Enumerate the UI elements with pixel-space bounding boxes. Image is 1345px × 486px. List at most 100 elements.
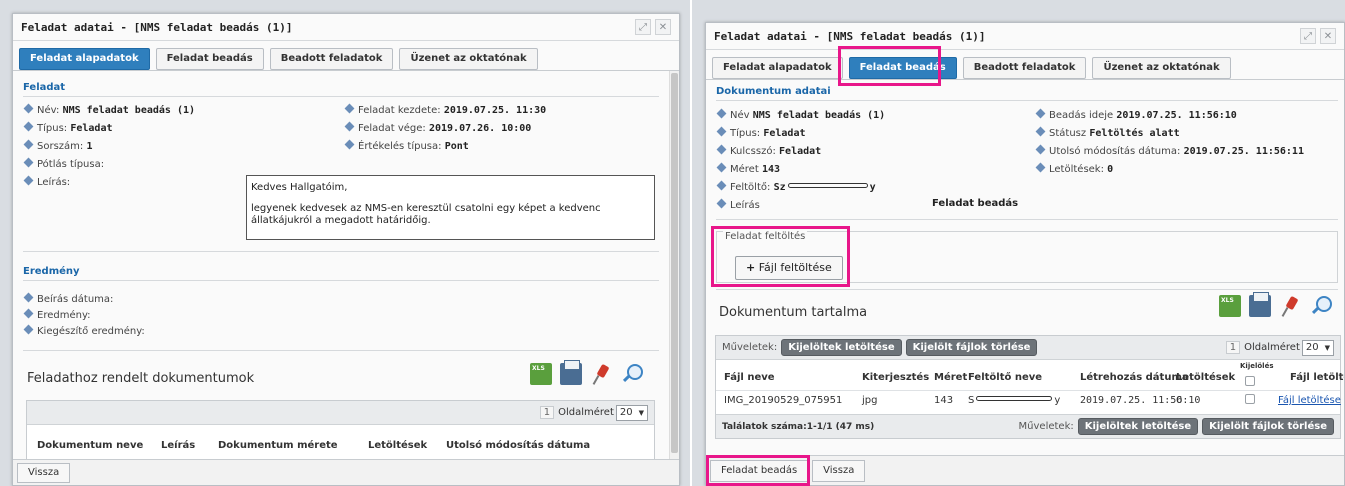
files-grid: Műveletek: Kijelöltek letöltése Kijelölt… [715, 335, 1344, 439]
col-last-modified[interactable]: Utolsó módosítás dátuma [446, 440, 590, 451]
col-size[interactable]: Méret [934, 372, 967, 383]
upload-fieldset: Feladat feltöltés + Fájl feltöltése [716, 231, 1338, 283]
delete-selected-button[interactable]: Kijelölt fájlok törlése [1202, 418, 1334, 435]
bullet-icon [716, 162, 727, 173]
description-line: állatkájukról a megadott határidőig. [251, 215, 431, 226]
submit-task-button[interactable]: Feladat beadás [710, 459, 809, 482]
col-select: Kijelölés [1240, 362, 1274, 370]
field-name: Név NMS feladat beadás (1) [716, 108, 885, 121]
vertical-scrollbar[interactable] [669, 71, 679, 461]
field-description: Leírás: [23, 175, 70, 188]
field-result: Eredmény: [23, 308, 91, 321]
xls-export-icon[interactable] [530, 363, 552, 385]
field-extra-result: Kiegészítő eredmény: [23, 324, 145, 337]
xls-export-icon[interactable] [1219, 295, 1241, 317]
col-doc-size[interactable]: Dokumentum mérete [218, 440, 338, 451]
back-button[interactable]: Vissza [17, 462, 71, 483]
field-last-modified: Utolsó módosítás dátuma: 2019.07.25. 11:… [1035, 144, 1304, 157]
scrollbar-thumb[interactable] [671, 73, 678, 453]
search-icon[interactable] [1309, 295, 1332, 317]
col-extension[interactable]: Kiterjesztés [862, 372, 929, 383]
page-size-label: Oldalméret [558, 407, 614, 418]
bullet-icon [344, 121, 355, 132]
divider [23, 350, 659, 351]
tab-submitted-tasks[interactable]: Beadott feladatok [269, 48, 394, 70]
section-header-eredmeny: Eredmény [23, 266, 659, 281]
window-buttons: ⤢ ✕ [635, 19, 671, 35]
col-file-download: Fájl letöltése [1290, 372, 1344, 383]
tab-message-to-teacher[interactable]: Üzenet az oktatónak [1092, 57, 1231, 79]
upload-file-button[interactable]: + Fájl feltöltése [735, 256, 843, 280]
dialog-title: Feladat adatai - [NMS feladat beadás (1)… [714, 29, 986, 43]
field-downloads: Letöltések: 0 [1035, 162, 1113, 175]
upload-legend: Feladat feltöltés [723, 231, 808, 242]
page-size-select[interactable]: 20 ▼ [1301, 339, 1334, 356]
file-download-link[interactable]: Fájl letöltése [1278, 395, 1341, 406]
toolbar-icons [1219, 292, 1332, 317]
col-created[interactable]: Létrehozás dátuma [1080, 372, 1189, 383]
screenshot-root: Feladat adatai - [NMS feladat beadás (1)… [0, 0, 1345, 486]
download-selected-button[interactable]: Kijelöltek letöltése [1077, 418, 1199, 435]
print-icon[interactable] [560, 360, 582, 385]
col-doc-name[interactable]: Dokumentum neve [37, 440, 143, 451]
row-select-checkbox[interactable] [1245, 394, 1255, 404]
dialog-titlebar[interactable]: Feladat adatai - [NMS feladat beadás (1)… [13, 14, 679, 41]
back-button[interactable]: Vissza [812, 459, 866, 482]
bullet-icon [716, 126, 727, 137]
tab-submission[interactable]: Feladat beadás [848, 57, 957, 79]
close-icon[interactable]: ✕ [1320, 28, 1336, 44]
col-file-name[interactable]: Fájl neve [724, 372, 775, 383]
tab-submission[interactable]: Feladat beadás [155, 48, 264, 70]
dialog-title: Feladat adatai - [NMS feladat beadás (1)… [21, 20, 293, 34]
result-count: Találatok száma:1-1/1 (47 ms) [722, 421, 875, 432]
window-buttons: ⤢ ✕ [1300, 28, 1336, 44]
bullet-icon [716, 198, 727, 209]
col-downloads[interactable]: Letöltések [368, 440, 427, 451]
bullet-icon [23, 292, 34, 303]
maximize-icon[interactable]: ⤢ [635, 19, 651, 35]
field-size: Méret 143 [716, 162, 780, 175]
tab-bar: Feladat alapadatok Feladat beadás Beadot… [706, 50, 1344, 80]
dialog-titlebar[interactable]: Feladat adatai - [NMS feladat beadás (1)… [706, 23, 1344, 50]
field-type: Típus: Feladat [716, 126, 806, 139]
bullet-icon [716, 108, 727, 119]
field-makeup-type: Pótlás típusa: [23, 157, 104, 170]
col-uploader[interactable]: Feltöltő neve [968, 372, 1042, 383]
print-icon[interactable] [1249, 292, 1271, 317]
actions-label: Műveletek: [722, 342, 778, 353]
plus-icon: + [746, 261, 756, 274]
page-size-select[interactable]: 20 ▼ [615, 404, 648, 421]
tab-submitted-tasks[interactable]: Beadott feladatok [962, 57, 1087, 79]
close-icon[interactable]: ✕ [655, 19, 671, 35]
tab-basic-data[interactable]: Feladat alapadatok [19, 48, 150, 70]
tab-basic-data[interactable]: Feladat alapadatok [712, 57, 843, 79]
section-header-document: Dokumentum adatai [716, 86, 1338, 101]
actions-label: Műveletek: [1018, 421, 1074, 432]
divider [716, 289, 1338, 290]
dialog-footer: Feladat beadás Vissza [706, 455, 1344, 485]
col-description[interactable]: Leírás [161, 440, 195, 451]
field-submit-time: Beadás ideje 2019.07.25. 11:56:10 [1035, 108, 1237, 121]
search-icon[interactable] [620, 363, 643, 385]
section-header-feladat: Feladat [23, 82, 659, 97]
col-downloads[interactable]: Letöltések [1176, 372, 1235, 383]
page-number[interactable]: 1 [539, 406, 555, 419]
page-size-value: 20 [619, 407, 633, 418]
select-all-checkbox[interactable] [1245, 376, 1255, 386]
bullet-icon [1035, 162, 1046, 173]
cell-file-name: IMG_20190529_075951 [724, 395, 843, 406]
field-keyword: Kulcsszó: Feladat [716, 144, 821, 157]
download-selected-button[interactable]: Kijelöltek letöltése [781, 339, 902, 356]
field-start: Feladat kezdete: 2019.07.25. 11:30 [344, 103, 546, 116]
page-number[interactable]: 1 [1225, 341, 1241, 354]
grid-actions-bar: Műveletek: Kijelöltek letöltése Kijelölt… [716, 336, 1340, 360]
delete-selected-button[interactable]: Kijelölt fájlok törlése [905, 339, 1038, 356]
field-uploader: Feltöltő: Sz y [716, 180, 876, 193]
maximize-icon[interactable]: ⤢ [1300, 28, 1316, 44]
tab-message-to-teacher[interactable]: Üzenet az oktatónak [399, 48, 538, 70]
cell-uploader: Sy [968, 395, 1061, 406]
pin-icon[interactable] [590, 363, 612, 385]
page-size-value: 20 [1305, 342, 1319, 353]
pin-icon[interactable] [1279, 295, 1301, 317]
section-title-document: Dokumentum adatai [716, 86, 1338, 101]
